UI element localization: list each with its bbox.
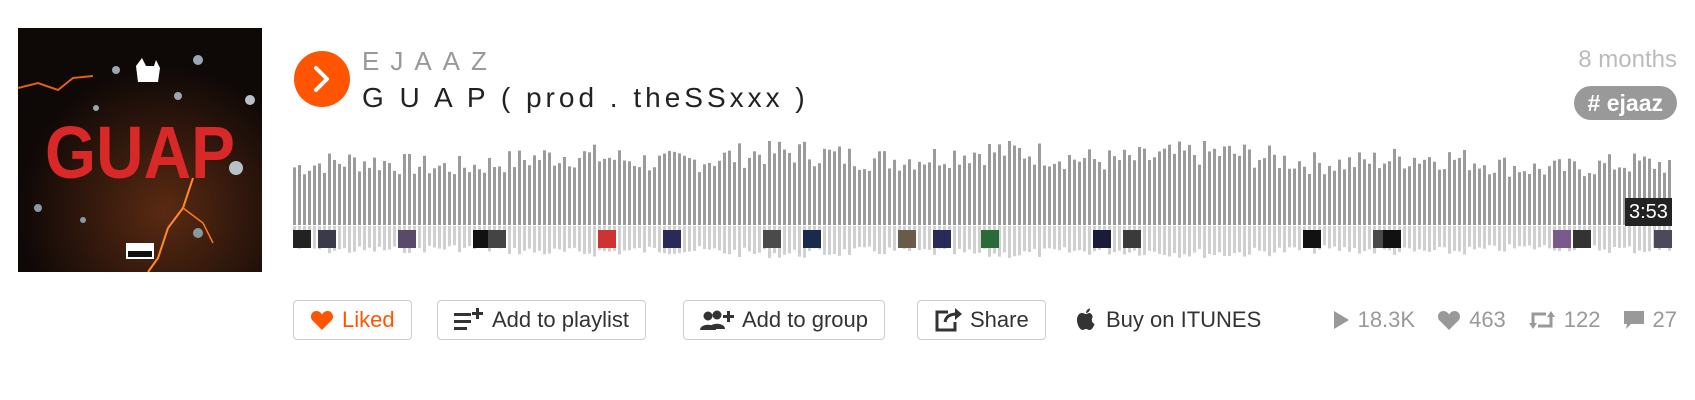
- artist-name[interactable]: EJAAZ: [362, 46, 498, 77]
- add-to-playlist-label: Add to playlist: [492, 307, 629, 332]
- comment-avatar[interactable]: [598, 230, 616, 248]
- repost-count-value: 122: [1563, 307, 1601, 332]
- track-duration: 3:53: [1625, 198, 1672, 226]
- share-label: Share: [970, 307, 1029, 332]
- play-count-icon: [1332, 310, 1350, 330]
- comment-avatar[interactable]: [293, 230, 311, 248]
- comment-avatar[interactable]: [398, 230, 416, 248]
- add-to-group-button[interactable]: Add to group: [683, 300, 885, 340]
- comment-avatar[interactable]: [1093, 230, 1111, 248]
- comment-avatar[interactable]: [803, 230, 821, 248]
- like-button[interactable]: Liked: [293, 300, 412, 340]
- track-title[interactable]: G U A P ( prod . theSSxxx ): [362, 82, 809, 114]
- comment-avatar[interactable]: [933, 230, 951, 248]
- repost-count[interactable]: 122: [1528, 307, 1601, 333]
- comment-avatar[interactable]: [1553, 230, 1571, 248]
- buy-label: Buy on ITUNES: [1106, 307, 1262, 332]
- comment-count-value: 27: [1652, 307, 1677, 332]
- comment-avatar[interactable]: [318, 230, 336, 248]
- comment-avatar[interactable]: [663, 230, 681, 248]
- add-to-playlist-icon: [454, 308, 484, 332]
- comment-avatar[interactable]: [981, 230, 999, 248]
- apple-icon: [1076, 308, 1096, 332]
- add-to-playlist-button[interactable]: Add to playlist: [437, 300, 646, 340]
- like-button-label: Liked: [342, 307, 395, 332]
- comment-count[interactable]: 27: [1623, 307, 1677, 333]
- comment-avatar[interactable]: [898, 230, 916, 248]
- like-count[interactable]: 463: [1437, 307, 1506, 333]
- play-button[interactable]: [294, 51, 350, 107]
- add-to-group-label: Add to group: [742, 307, 868, 332]
- waveform[interactable]: [293, 140, 1677, 265]
- genre-tag[interactable]: # ejaaz: [1573, 86, 1677, 120]
- comment-icon: [1623, 309, 1645, 331]
- artwork-title: GUAP: [45, 111, 235, 194]
- like-count-icon: [1437, 309, 1461, 331]
- comment-avatar[interactable]: [1383, 230, 1401, 248]
- play-count-value: 18.3K: [1357, 307, 1416, 332]
- play-count[interactable]: 18.3K: [1332, 307, 1416, 333]
- add-to-group-icon: [700, 308, 734, 332]
- like-count-value: 463: [1469, 307, 1506, 332]
- posted-time: 8 months: [1578, 46, 1677, 73]
- comment-avatar[interactable]: [488, 230, 506, 248]
- repost-icon: [1528, 309, 1556, 331]
- track-stats: 18.3K 463 122 27: [1332, 300, 1677, 340]
- share-icon: [934, 308, 962, 332]
- comment-avatar[interactable]: [1573, 230, 1591, 248]
- comment-avatar[interactable]: [1303, 230, 1321, 248]
- buy-on-itunes-link[interactable]: Buy on ITUNES: [1076, 300, 1261, 340]
- share-button[interactable]: Share: [917, 300, 1046, 340]
- heart-icon: [310, 309, 334, 331]
- comment-avatar[interactable]: [763, 230, 781, 248]
- comment-avatar[interactable]: [1654, 230, 1672, 248]
- play-icon: [310, 65, 334, 93]
- comment-avatar[interactable]: [1123, 230, 1141, 248]
- track-artwork[interactable]: GUAP: [18, 28, 262, 272]
